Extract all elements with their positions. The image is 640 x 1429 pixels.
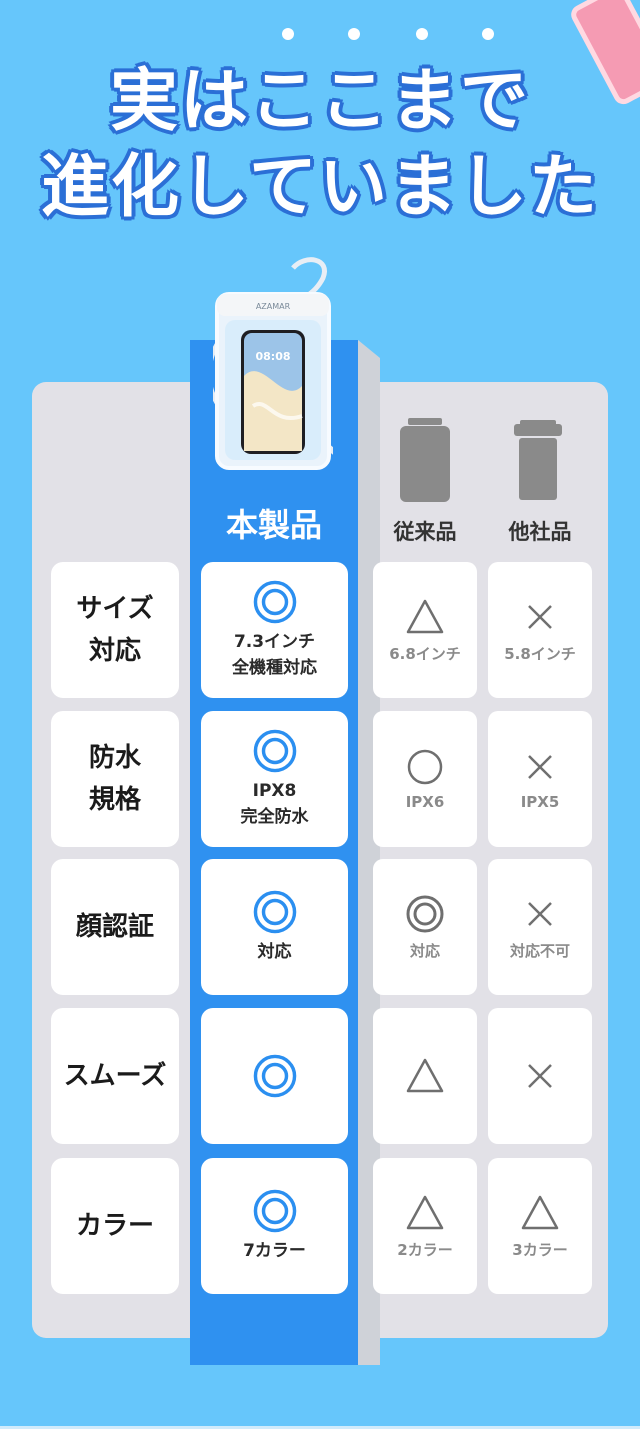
others-value: IPX5 xyxy=(520,793,560,811)
others-cell: 5.8インチ xyxy=(488,562,592,698)
double-circle-icon xyxy=(253,729,296,773)
others-cell: 3カラー xyxy=(488,1158,592,1294)
cross-icon xyxy=(528,604,552,629)
cross-icon xyxy=(528,755,552,779)
main-product-cell: 7カラー xyxy=(201,1158,348,1294)
conventional-pouch-icon xyxy=(400,418,450,502)
dot xyxy=(416,28,428,40)
row-label: サイズ 対応 xyxy=(51,562,179,698)
column-header-main: 本製品 xyxy=(225,506,322,544)
conventional-cell: 6.8インチ xyxy=(373,562,477,698)
others-cell: 対応不可 xyxy=(488,859,592,995)
dot xyxy=(282,28,294,40)
others-pouch-icon xyxy=(514,420,562,500)
others-cell: IPX5 xyxy=(488,711,592,847)
row-label: 防水 規格 xyxy=(51,711,179,847)
double-circle-icon xyxy=(253,890,296,934)
others-value: 5.8インチ xyxy=(504,644,576,663)
product-pouch-image: AZAMAR 08:08 xyxy=(213,257,333,470)
triangle-icon xyxy=(406,599,444,633)
phone-clock: 08:08 xyxy=(255,350,290,363)
conventional-value: 2カラー xyxy=(397,1240,453,1259)
dot xyxy=(348,28,360,40)
row-label: カラー xyxy=(51,1158,179,1294)
conventional-cell: 対応 xyxy=(373,859,477,995)
conventional-value: 対応 xyxy=(409,941,440,960)
double-circle-icon xyxy=(253,1054,296,1098)
double-circle-icon xyxy=(406,895,444,932)
conventional-cell: 2カラー xyxy=(373,1158,477,1294)
row-label: スムーズ xyxy=(51,1008,179,1144)
main-product-cell xyxy=(201,1008,348,1144)
triangle-icon xyxy=(406,1195,444,1229)
decorative-dots xyxy=(282,28,494,42)
main-product-cell: IPX8 完全防水 xyxy=(201,711,348,847)
triangle-icon xyxy=(406,1058,444,1093)
others-value: 対応不可 xyxy=(509,941,570,960)
column-header-conventional: 従来品 xyxy=(393,520,457,544)
main-product-value: 7.3インチ 全機種対応 xyxy=(232,632,317,678)
cross-icon xyxy=(528,901,552,926)
double-circle-icon xyxy=(253,1189,296,1233)
main-product-value: IPX8 完全防水 xyxy=(240,781,309,827)
main-product-value: 7カラー xyxy=(243,1241,306,1261)
headline-line-2: 進化していました xyxy=(41,148,599,227)
dot xyxy=(482,28,494,40)
others-value: 3カラー xyxy=(512,1240,568,1259)
conventional-cell xyxy=(373,1008,477,1144)
conventional-value: IPX6 xyxy=(405,793,445,811)
double-circle-icon xyxy=(253,580,296,624)
others-cell xyxy=(488,1008,592,1144)
main-product-value: 対応 xyxy=(257,942,292,962)
column-header-others: 他社品 xyxy=(508,520,572,544)
headline-line-1: 実はここまで xyxy=(109,62,530,141)
row-label: 顔認証 xyxy=(51,859,179,995)
conventional-cell: IPX6 xyxy=(373,711,477,847)
main-product-cell: 7.3インチ 全機種対応 xyxy=(201,562,348,698)
triangle-icon xyxy=(521,1195,559,1229)
main-product-cell: 対応 xyxy=(201,859,348,995)
brand-label: AZAMAR xyxy=(256,302,291,311)
conventional-value: 6.8インチ xyxy=(389,644,461,663)
cross-icon xyxy=(528,1064,552,1088)
circle-icon xyxy=(407,749,443,785)
